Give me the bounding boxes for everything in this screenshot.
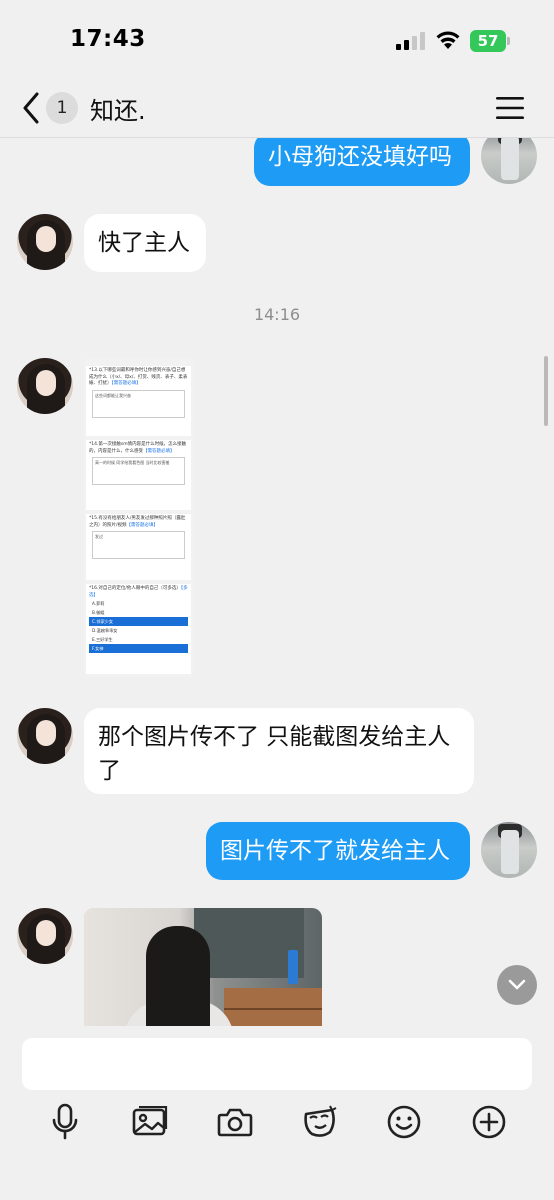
battery-cap <box>507 37 510 45</box>
sticker-button[interactable] <box>300 1102 340 1142</box>
message-text: 图片传不了就发给主人 <box>220 838 450 864</box>
avatar-face <box>36 370 56 396</box>
avatar-figure-legs <box>501 138 519 180</box>
voice-button[interactable] <box>45 1102 85 1142</box>
survey-question-card: *16.对自己的定位/他人眼中的自己（可多选）【多选】 A.萝莉 B.御姐 C.邻家… <box>86 584 191 674</box>
survey-question-card: *15.有没有给朋友人/男友发过那种照片照（露肚之内）的照片/视频【需答题必填】… <box>86 514 191 580</box>
smiley-icon <box>387 1105 421 1139</box>
survey-option: D.温婉乖乖女 <box>92 628 118 633</box>
avatar[interactable] <box>17 214 73 270</box>
message-bubble-incoming[interactable]: 那个图片传不了 只能截图发给主人了 <box>84 708 474 794</box>
photo-bottle <box>288 950 298 984</box>
survey-question-card: *14.第一次接触sm情内容是什么时候，怎么接触的，内容是什么，什么感受【需答题… <box>86 440 191 510</box>
survey-option: E.三好学生 <box>92 637 113 642</box>
photo-drawer-line <box>224 1008 322 1010</box>
scroll-to-bottom-button[interactable] <box>497 965 537 1005</box>
avatar[interactable] <box>17 358 73 414</box>
status-time: 17:43 <box>70 26 146 52</box>
survey-option: F.女神 <box>89 644 188 653</box>
survey-answer-box: 发过 <box>92 531 185 559</box>
unread-count-badge[interactable]: 1 <box>46 92 78 124</box>
gallery-button[interactable] <box>130 1102 170 1142</box>
image-message-survey-screenshot[interactable]: *13.以下哪些词最和呼你时让你感到兴奋/自己想成为什么（小x/、母x/、打货、… <box>84 358 193 677</box>
avatar[interactable] <box>17 908 73 964</box>
microphone-icon <box>52 1103 78 1140</box>
avatar[interactable] <box>481 822 537 878</box>
back-button[interactable] <box>16 90 46 126</box>
chat-nav-bar: 1 知还. <box>0 80 554 138</box>
message-text: 那个图片传不了 只能截图发给主人了 <box>98 724 451 784</box>
message-input[interactable] <box>22 1038 532 1090</box>
message-text: 小母狗还没填好吗 <box>268 144 452 170</box>
survey-question-text: *13.以下哪些词最和呼你时让你感到兴奋/自己想成为什么（小x/、母x/、打货、… <box>89 368 188 386</box>
plus-circle-icon <box>472 1105 506 1139</box>
image-icon <box>132 1106 168 1136</box>
battery-indicator: 57 <box>470 30 510 52</box>
survey-question-text: *14.第一次接触sm情内容是什么时候，怎么接触的，内容是什么，什么感受【需答题… <box>89 442 187 454</box>
avatar-face <box>36 720 56 746</box>
message-text: 快了主人 <box>98 230 190 256</box>
survey-question-card: *13.以下哪些词最和呼你时让你感到兴奋/自己想成为什么（小x/、母x/、打货、… <box>86 366 191 436</box>
survey-question-text: *15.有没有给朋友人/男友发过那种照片照（露肚之内）的照片/视频【需答题必填】 <box>89 516 186 528</box>
battery-level: 57 <box>470 30 506 52</box>
emoji-button[interactable] <box>384 1102 424 1142</box>
cellular-signal-icon <box>396 32 425 50</box>
survey-answer-box: 高一的时候 同学给我看色图 当时比较害羞 <box>92 457 185 485</box>
camera-icon <box>217 1108 253 1137</box>
more-button[interactable] <box>469 1102 509 1142</box>
survey-question-text: *16.对自己的定位/他人眼中的自己（可多选）【多选】 <box>89 586 188 598</box>
message-bubble-outgoing[interactable]: 小母狗还没填好吗 <box>254 138 470 186</box>
scrollbar-thumb[interactable] <box>544 356 548 426</box>
avatar[interactable] <box>481 138 537 184</box>
avatar-face <box>36 920 56 946</box>
message-timestamp: 14:16 <box>253 305 301 324</box>
message-composer <box>0 1026 554 1200</box>
survey-option: B.御姐 <box>92 610 105 615</box>
avatar-face <box>36 226 56 252</box>
sticker-face-icon <box>304 1105 337 1137</box>
message-bubble-outgoing[interactable]: 图片传不了就发给主人 <box>206 822 470 880</box>
status-bar: 17:43 57 <box>0 0 554 80</box>
chat-title[interactable]: 知还. <box>90 91 146 126</box>
image-message-photo[interactable] <box>84 908 322 1026</box>
photo-dresser <box>224 988 322 1026</box>
hamburger-menu-icon[interactable] <box>494 94 526 122</box>
chevron-left-icon <box>23 92 39 124</box>
avatar-figure-legs <box>501 830 519 874</box>
chat-message-list[interactable]: 小母狗还没填好吗 快了主人 14:16 *13.以下哪些词最和呼你时让你感到兴奋… <box>0 138 554 1026</box>
survey-options: A.萝莉 B.御姐 C.邻家少女 D.温婉乖乖女 E.三好学生 F.女神 <box>86 599 191 653</box>
chevron-down-icon <box>508 979 526 990</box>
camera-button[interactable] <box>215 1102 255 1142</box>
survey-option: C.邻家少女 <box>89 617 188 626</box>
photo-hair <box>146 926 210 1026</box>
message-bubble-incoming[interactable]: 快了主人 <box>84 214 206 272</box>
wifi-icon <box>436 31 460 49</box>
avatar[interactable] <box>17 708 73 764</box>
survey-option: A.萝莉 <box>92 601 105 606</box>
survey-answer-box: 这些词都能让我兴奋 <box>92 389 185 418</box>
